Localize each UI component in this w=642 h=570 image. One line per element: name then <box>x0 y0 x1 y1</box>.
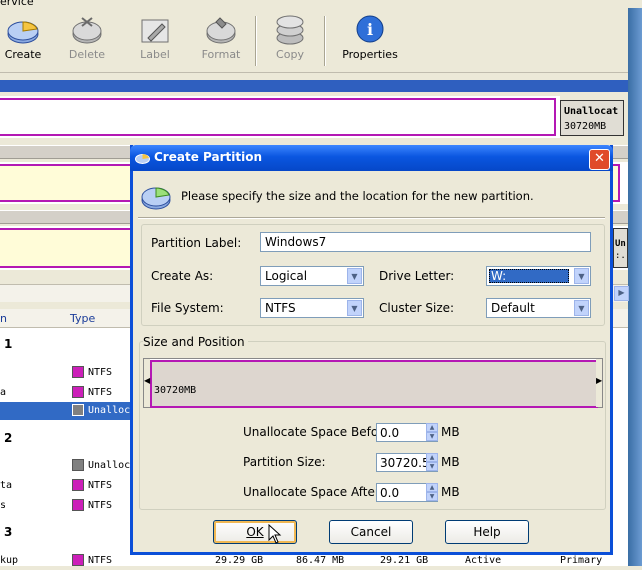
dialog-instruction: Please specify the size and the location… <box>181 189 534 203</box>
list-item[interactable]: Unalloc <box>0 457 130 475</box>
unit-label: MB <box>441 485 460 499</box>
disk-1-partition[interactable] <box>0 98 556 136</box>
spin-up-icon[interactable]: ▲ <box>426 483 438 492</box>
list-item[interactable]: s NTFS <box>0 497 130 515</box>
disk-group-1[interactable]: 1 <box>4 337 12 351</box>
format-button[interactable]: Format <box>191 14 251 61</box>
divider <box>138 217 605 219</box>
disk-1-unallocated[interactable]: Unallocat 30720MB <box>560 100 624 136</box>
format-partition-icon <box>206 17 236 44</box>
chevron-down-icon[interactable]: ▼ <box>347 300 362 316</box>
spin-up-icon[interactable]: ▲ <box>426 453 438 462</box>
delete-button[interactable]: Delete <box>57 14 117 61</box>
list-item[interactable]: ta NTFS <box>0 477 130 495</box>
ntfs-color-swatch <box>72 499 84 511</box>
ntfs-color-swatch <box>72 554 84 566</box>
toolbar: Create Delete Label Format Copy i Proper… <box>0 8 628 73</box>
mouse-cursor-icon <box>268 524 282 544</box>
copy-button[interactable]: Copy <box>260 14 320 61</box>
partition-size-stepper[interactable]: 30720.5 ▲ ▼ <box>376 453 438 472</box>
menu-service[interactable]: ervice <box>0 0 34 8</box>
partition-size-label: Partition Size: <box>243 455 326 469</box>
create-partition-icon <box>141 187 171 210</box>
left-arrow-icon: ◀ <box>144 376 151 385</box>
dialog-title-bar[interactable]: Create Partition <box>130 145 613 171</box>
unallocated-color-swatch <box>72 404 84 416</box>
ntfs-color-swatch <box>72 386 84 398</box>
drive-letter-label: Drive Letter: <box>379 269 455 283</box>
scroll-right-arrow-icon[interactable]: ▶ <box>614 286 629 301</box>
unit-label: MB <box>441 425 460 439</box>
column-header-name[interactable]: n <box>0 312 7 325</box>
list-item[interactable]: a NTFS <box>0 384 130 402</box>
unalloc-after-stepper[interactable]: 0.0 ▲ ▼ <box>376 483 438 502</box>
create-button[interactable]: Create <box>0 14 53 61</box>
desktop-edge <box>628 0 642 566</box>
file-system-label: File System: <box>151 301 224 315</box>
label-partition-icon <box>141 19 169 43</box>
disk-header-bar <box>0 80 628 92</box>
close-button[interactable]: ✕ <box>589 149 610 170</box>
unallocated-color-swatch <box>72 459 84 471</box>
spin-up-icon[interactable]: ▲ <box>426 423 438 432</box>
chevron-down-icon[interactable]: ▼ <box>574 268 589 284</box>
disk-group-3[interactable]: 3 <box>4 525 12 539</box>
cluster-size-label: Cluster Size: <box>379 301 455 315</box>
spin-down-icon[interactable]: ▼ <box>426 432 438 441</box>
drive-letter-select[interactable]: W: ▼ <box>486 266 591 286</box>
size-position-legend: Size and Position <box>143 335 248 349</box>
create-partition-icon <box>135 154 150 164</box>
list-item[interactable]: NTFS <box>0 364 130 382</box>
right-resize-handle[interactable]: ▶ <box>596 359 602 407</box>
list-item-selected[interactable]: Unalloc <box>0 402 130 420</box>
copy-partition-icon <box>276 15 304 45</box>
partition-label-input[interactable]: Windows7 <box>260 232 591 252</box>
chevron-down-icon[interactable]: ▼ <box>574 300 589 316</box>
disk-group-2[interactable]: 2 <box>4 431 12 445</box>
unit-label: MB <box>441 455 460 469</box>
cluster-size-select[interactable]: Default ▼ <box>486 298 591 318</box>
label-button[interactable]: Label <box>125 14 185 61</box>
close-icon: ✕ <box>594 151 605 166</box>
ok-button[interactable]: OK <box>213 520 297 544</box>
menubar: ervice <box>0 0 642 8</box>
dialog-title: Create Partition <box>154 150 262 164</box>
delete-partition-icon <box>72 17 102 44</box>
cancel-button[interactable]: Cancel <box>329 520 413 544</box>
disk-1-map[interactable] <box>0 96 560 138</box>
unalloc-after-label: Unallocate Space After: <box>243 485 384 499</box>
create-as-select[interactable]: Logical ▼ <box>260 266 364 286</box>
unalloc-before-label: Unallocate Space Before: <box>243 425 395 439</box>
svg-text:i: i <box>367 20 373 39</box>
spin-down-icon[interactable]: ▼ <box>426 492 438 501</box>
create-as-label: Create As: <box>151 269 214 283</box>
disk-3-unallocated[interactable]: Un :. <box>613 228 628 268</box>
properties-button[interactable]: i Properties <box>340 14 400 61</box>
right-arrow-icon: ▶ <box>596 376 603 385</box>
help-button[interactable]: Help <box>445 520 529 544</box>
unalloc-before-stepper[interactable]: 0.0 ▲ ▼ <box>376 423 438 442</box>
toolbar-separator <box>255 16 257 66</box>
chevron-down-icon[interactable]: ▼ <box>347 268 362 284</box>
partition-block[interactable]: 30720MB <box>150 360 598 408</box>
toolbar-separator <box>324 16 326 66</box>
ntfs-color-swatch <box>72 366 84 378</box>
properties-icon: i <box>356 15 384 43</box>
partition-layout-bar: 30720MB ◀ ▶ <box>143 358 603 408</box>
ntfs-color-swatch <box>72 479 84 491</box>
column-header-type[interactable]: Type <box>70 312 95 325</box>
create-partition-icon <box>7 21 39 44</box>
spin-down-icon[interactable]: ▼ <box>426 462 438 471</box>
left-resize-handle[interactable]: ◀ <box>144 359 150 407</box>
file-system-select[interactable]: NTFS ▼ <box>260 298 364 318</box>
partition-label-label: Partition Label: <box>151 236 242 250</box>
